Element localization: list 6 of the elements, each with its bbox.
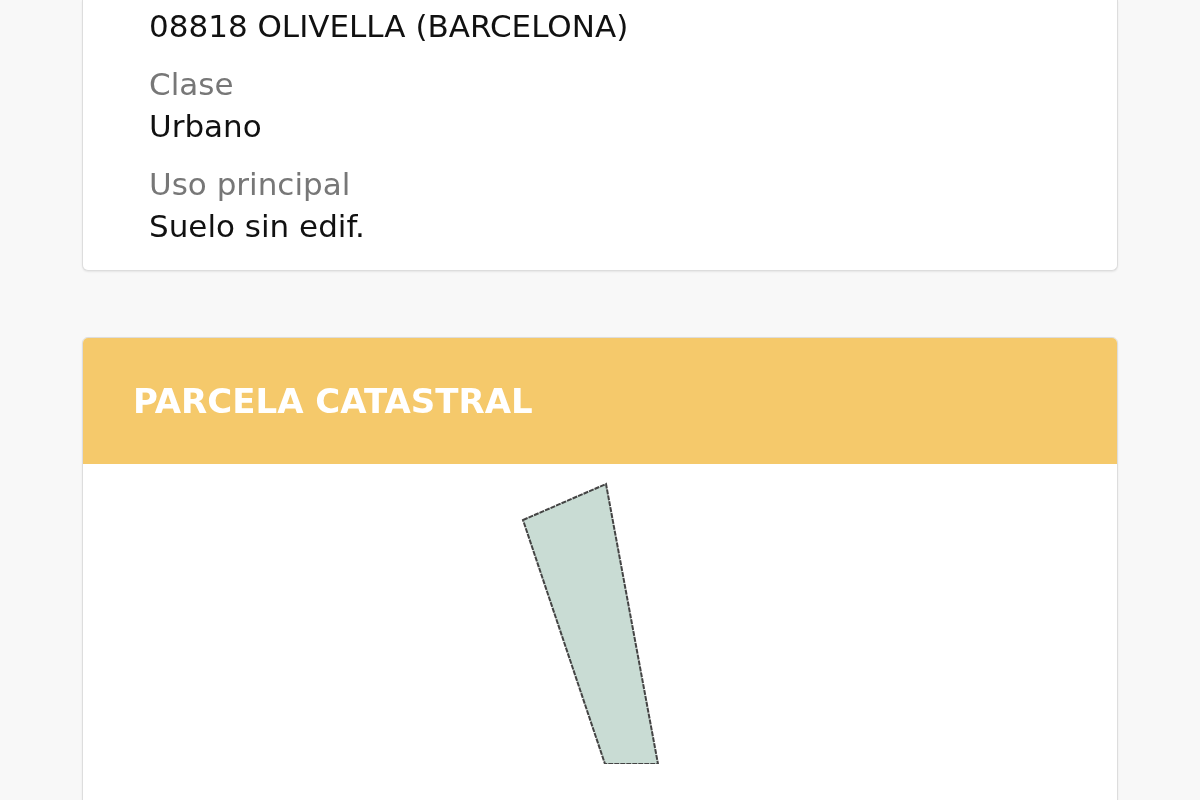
field-value: Suelo sin edif. [149, 207, 366, 246]
field-label: Uso principal [149, 165, 352, 204]
field-label: Clase [149, 65, 235, 104]
address-text: 08818 OLIVELLA (BARCELONA) [149, 7, 630, 46]
card-title: PARCELA CATASTRAL [133, 381, 533, 421]
field-value: Urbano [149, 107, 263, 146]
